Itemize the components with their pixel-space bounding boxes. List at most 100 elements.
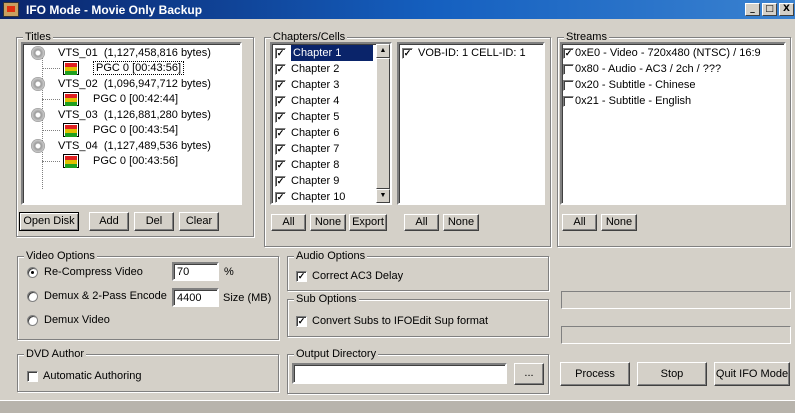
cells-none-button[interactable]: None (443, 214, 479, 231)
chapter-item[interactable]: Chapter 10 (275, 189, 345, 205)
chapters-all-button[interactable]: All (271, 214, 306, 231)
cell-item[interactable]: VOB-ID: 1 CELL-ID: 1 (402, 45, 526, 61)
recompress-option[interactable]: Re-Compress Video (27, 264, 143, 280)
sub-options-label: Sub Options (294, 293, 359, 305)
demux-video-radio[interactable] (27, 314, 38, 326)
scroll-down-icon[interactable]: ▼ (376, 189, 390, 203)
close-button[interactable]: X (779, 3, 794, 16)
pgc-item[interactable]: PGC 0 [00:43:56] (88, 153, 178, 169)
pgc-icon (63, 123, 79, 137)
title-item[interactable]: VTS_02 (1,096,947,712 bytes) (58, 76, 211, 92)
auto-authoring-option[interactable]: Automatic Authoring (27, 368, 141, 384)
status-strip (0, 400, 795, 413)
chapter-item[interactable]: Chapter 7 (275, 141, 339, 157)
correct-ac3-option[interactable]: Correct AC3 Delay (296, 268, 403, 284)
audio-options-label: Audio Options (294, 250, 368, 262)
del-button[interactable]: Del (134, 212, 174, 231)
percent-label: % (224, 266, 234, 278)
stream-item[interactable]: 0x21 - Subtitle - English (563, 93, 691, 109)
disc-icon (31, 46, 45, 60)
pgc-item[interactable]: PGC 0 [00:43:54] (88, 122, 178, 138)
chapter-checkbox[interactable] (275, 47, 286, 59)
streams-none-button[interactable]: None (601, 214, 637, 231)
open-disk-button[interactable]: Open Disk (19, 212, 79, 231)
recompress-radio[interactable] (27, 266, 38, 278)
convert-subs-option[interactable]: Convert Subs to IFOEdit Sup format (296, 313, 488, 329)
chapter-item[interactable]: Chapter 1 (275, 45, 373, 62)
tree-branch (42, 99, 60, 100)
stream-checkbox[interactable] (563, 47, 574, 59)
demux-video-option[interactable]: Demux Video (27, 312, 110, 328)
progress-bar-2 (561, 326, 791, 344)
chapter-item[interactable]: Chapter 8 (275, 157, 339, 173)
demux-2pass-radio[interactable] (27, 290, 38, 302)
process-button[interactable]: Process (560, 362, 630, 386)
tree-line (42, 56, 43, 189)
title-bar[interactable]: IFO Mode - Movie Only Backup _ □ X (0, 0, 795, 19)
clear-button[interactable]: Clear (179, 212, 219, 231)
convert-subs-checkbox[interactable] (296, 315, 307, 327)
chapter-checkbox[interactable] (275, 175, 286, 187)
chapter-item[interactable]: Chapter 3 (275, 77, 339, 93)
title-item[interactable]: VTS_04 (1,127,489,536 bytes) (58, 138, 211, 154)
disc-icon (31, 77, 45, 91)
scroll-up-icon[interactable]: ▲ (376, 44, 390, 58)
maximize-button[interactable]: □ (762, 3, 777, 16)
recompress-percent-input[interactable]: 70 (172, 262, 219, 281)
quit-ifo-mode-button[interactable]: Quit IFO Mode (714, 362, 790, 386)
correct-ac3-checkbox[interactable] (296, 270, 307, 282)
chapter-checkbox[interactable] (275, 63, 286, 75)
browse-button[interactable]: ... (514, 363, 544, 385)
scroll-thumb[interactable] (376, 58, 390, 189)
auto-authoring-checkbox[interactable] (27, 370, 38, 382)
video-options-label: Video Options (24, 250, 97, 262)
chapter-checkbox[interactable] (275, 95, 286, 107)
chapter-checkbox[interactable] (275, 191, 286, 203)
chapter-checkbox[interactable] (275, 159, 286, 171)
chapter-item[interactable]: Chapter 5 (275, 109, 339, 125)
size-unit-label: Size (MB) (223, 292, 272, 304)
pgc-item[interactable]: PGC 0 [00:42:44] (88, 91, 178, 107)
disc-icon (31, 139, 45, 153)
demux-2pass-option[interactable]: Demux & 2-Pass Encode (27, 288, 167, 304)
stream-item[interactable]: 0x80 - Audio - AC3 / 2ch / ??? (563, 61, 721, 77)
app-icon (3, 2, 19, 17)
dvd-author-label: DVD Author (24, 348, 87, 360)
cell-checkbox[interactable] (402, 47, 413, 59)
cells-all-button[interactable]: All (404, 214, 439, 231)
cells-list[interactable] (397, 42, 545, 205)
output-directory-label: Output Directory (294, 348, 379, 360)
size-input[interactable]: 4400 (172, 288, 219, 307)
stream-checkbox[interactable] (563, 79, 574, 91)
chapter-checkbox[interactable] (275, 79, 286, 91)
minimize-button[interactable]: _ (745, 3, 760, 16)
stop-button[interactable]: Stop (637, 362, 707, 386)
pgc-icon (63, 92, 79, 106)
chapter-item[interactable]: Chapter 9 (275, 173, 339, 189)
stream-checkbox[interactable] (563, 63, 574, 75)
stream-item[interactable]: 0x20 - Subtitle - Chinese (563, 77, 695, 93)
tree-branch (42, 161, 60, 162)
pgc-icon (63, 154, 79, 168)
chapter-item[interactable]: Chapter 6 (275, 125, 339, 141)
chapters-scrollbar[interactable]: ▲ ▼ (376, 44, 390, 203)
chapters-none-button[interactable]: None (310, 214, 346, 231)
streams-all-button[interactable]: All (562, 214, 597, 231)
pgc-icon (63, 61, 79, 75)
stream-item[interactable]: 0xE0 - Video - 720x480 (NTSC) / 16:9 (563, 45, 761, 61)
chapter-checkbox[interactable] (275, 127, 286, 139)
chapter-item[interactable]: Chapter 2 (275, 61, 339, 77)
progress-bar-1 (561, 291, 791, 309)
chapter-checkbox[interactable] (275, 111, 286, 123)
chapter-checkbox[interactable] (275, 143, 286, 155)
window-title: IFO Mode - Movie Only Backup (26, 3, 203, 17)
title-item[interactable]: VTS_03 (1,126,881,280 bytes) (58, 107, 211, 123)
stream-checkbox[interactable] (563, 95, 574, 107)
add-button[interactable]: Add (89, 212, 129, 231)
title-item[interactable]: VTS_01 (1,127,458,816 bytes) (58, 45, 211, 61)
export-button[interactable]: Export (349, 214, 387, 231)
pgc-item[interactable]: PGC 0 [00:43:56] (88, 60, 184, 76)
output-directory-input[interactable] (292, 363, 507, 384)
tree-branch (42, 130, 60, 131)
chapter-item[interactable]: Chapter 4 (275, 93, 339, 109)
